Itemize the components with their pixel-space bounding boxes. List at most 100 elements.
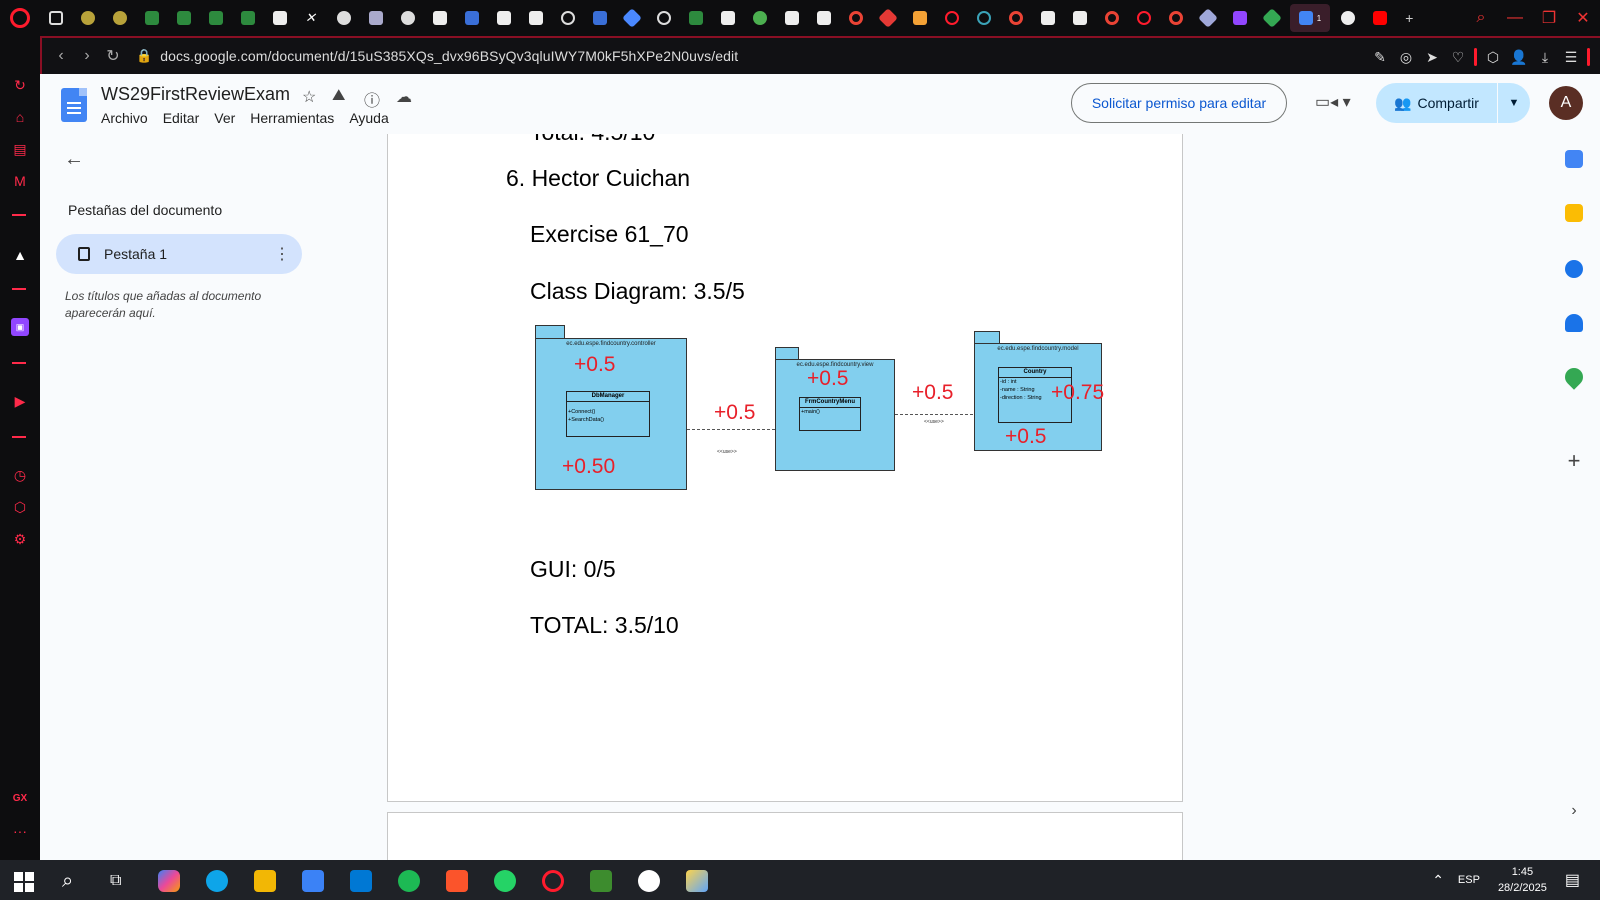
app-icon[interactable] xyxy=(686,870,708,892)
class-diagram-image[interactable]: ec.edu.espe.findcountry.controller DbMan… xyxy=(525,325,1115,515)
copilot-icon[interactable] xyxy=(158,870,180,892)
next-page[interactable] xyxy=(387,812,1183,860)
star-icon[interactable]: ☆ xyxy=(302,87,316,107)
gx-icon[interactable]: GX xyxy=(11,790,29,808)
tab-favicon[interactable] xyxy=(1064,0,1096,36)
youtube-icon[interactable] xyxy=(1364,0,1396,36)
google-icon[interactable] xyxy=(1000,0,1032,36)
wallet-icon[interactable]: ▤ xyxy=(11,140,29,158)
contacts-icon[interactable] xyxy=(1565,314,1583,332)
tab-favicon[interactable] xyxy=(392,0,424,36)
info-icon[interactable]: ⓘ xyxy=(364,87,380,111)
active-tab[interactable]: 1 xyxy=(1290,4,1330,32)
menu-archivo[interactable]: Archivo xyxy=(101,110,148,126)
lock-icon[interactable]: 🔒 xyxy=(136,48,152,64)
tasks-icon[interactable] xyxy=(1565,260,1583,278)
tab-favicon[interactable] xyxy=(968,0,1000,36)
player-icon[interactable]: ▶ xyxy=(11,392,29,410)
request-edit-button[interactable]: Solicitar permiso para editar xyxy=(1071,83,1287,123)
history-icon[interactable]: ◷ xyxy=(11,466,29,484)
store-icon[interactable] xyxy=(302,870,324,892)
tab-favicon[interactable] xyxy=(808,0,840,36)
shop-icon[interactable]: ⌂ xyxy=(11,108,29,126)
aria-icon[interactable]: ▲ xyxy=(11,246,29,264)
tab-favicon[interactable] xyxy=(424,0,456,36)
tab-favicon[interactable] xyxy=(200,0,232,36)
tab-favicon[interactable] xyxy=(40,0,72,36)
tab-favicon[interactable] xyxy=(872,0,904,36)
expand-panel-icon[interactable]: › xyxy=(1565,802,1583,820)
tab-favicon[interactable] xyxy=(904,0,936,36)
document-tab-item[interactable]: Pestaña 1 ⋮ xyxy=(56,234,302,274)
google-icon[interactable] xyxy=(840,0,872,36)
extensions-icon[interactable]: ⬡ xyxy=(11,498,29,516)
edit-page-icon[interactable]: ✎ xyxy=(1370,49,1390,66)
snapshot-icon[interactable]: ◎ xyxy=(1396,49,1416,66)
meet-icon[interactable]: ▭◂ ▾ xyxy=(1315,92,1351,112)
maps-icon[interactable] xyxy=(1561,364,1587,390)
move-to-drive-icon[interactable]: ⛰ xyxy=(332,87,345,105)
tab-favicon[interactable] xyxy=(1192,0,1224,36)
tab-favicon[interactable] xyxy=(232,0,264,36)
avatar[interactable]: A xyxy=(1549,86,1583,120)
tab-favicon[interactable] xyxy=(168,0,200,36)
google-icon[interactable] xyxy=(1096,0,1128,36)
spotify-icon[interactable] xyxy=(398,870,420,892)
tab-favicon[interactable] xyxy=(520,0,552,36)
add-addon-icon[interactable]: + xyxy=(1565,450,1583,472)
mail-icon[interactable]: M xyxy=(11,172,29,190)
file-explorer-icon[interactable] xyxy=(254,870,276,892)
google-icon[interactable] xyxy=(1160,0,1192,36)
cloud-status-icon[interactable]: ☁ xyxy=(396,87,412,107)
minimize-icon[interactable]: — xyxy=(1498,9,1532,27)
document-title[interactable]: WS29FirstReviewExam xyxy=(101,84,290,105)
app-icon[interactable] xyxy=(638,870,660,892)
more-options-icon[interactable]: ⋮ xyxy=(274,244,290,264)
tab-favicon[interactable] xyxy=(488,0,520,36)
menu-ayuda[interactable]: Ayuda xyxy=(349,110,388,126)
tab-favicon[interactable] xyxy=(136,0,168,36)
keep-icon[interactable] xyxy=(1565,204,1583,222)
heart-icon[interactable]: ♡ xyxy=(1448,49,1468,66)
github-icon[interactable] xyxy=(1332,0,1364,36)
reload-icon[interactable]: ↻ xyxy=(100,46,126,66)
url-field[interactable]: docs.google.com/document/d/15uS385XQs_dv… xyxy=(160,48,738,64)
tab-favicon[interactable] xyxy=(616,0,648,36)
cube-icon[interactable]: ⬡ xyxy=(1483,49,1503,66)
profile-icon[interactable]: 👤 xyxy=(1509,49,1529,66)
back-arrow-icon[interactable]: ← xyxy=(64,148,84,171)
minecraft-icon[interactable] xyxy=(590,870,612,892)
twitch-icon[interactable] xyxy=(1224,0,1256,36)
opera-menu-icon[interactable] xyxy=(0,0,40,36)
tab-favicon[interactable] xyxy=(72,0,104,36)
twitch-icon[interactable]: ▣ xyxy=(11,318,29,336)
share-button[interactable]: 👥 Compartir xyxy=(1376,83,1497,123)
opera-tab-icon[interactable] xyxy=(1128,0,1160,36)
edge-icon[interactable] xyxy=(206,870,228,892)
menu-herramientas[interactable]: Herramientas xyxy=(250,110,334,126)
menu-editar[interactable]: Editar xyxy=(163,110,200,126)
clock[interactable]: 1:45 28/2/2025 xyxy=(1498,864,1547,896)
docs-logo-icon[interactable] xyxy=(61,88,87,122)
outlook-icon[interactable] xyxy=(350,870,372,892)
new-tab-icon[interactable]: + xyxy=(1396,0,1428,36)
drive-icon[interactable] xyxy=(1256,0,1288,36)
more-icon[interactable]: ··· xyxy=(11,822,29,840)
task-view-icon[interactable]: ⧉ xyxy=(110,870,132,892)
easy-setup-icon[interactable]: ☰ xyxy=(1561,49,1581,66)
download-icon[interactable]: ⤓ xyxy=(1535,49,1555,66)
chevron-up-icon[interactable]: ⌃ xyxy=(1432,872,1444,889)
tab-favicon[interactable] xyxy=(712,0,744,36)
x-icon[interactable]: ✕ xyxy=(296,0,328,36)
tab-favicon[interactable] xyxy=(360,0,392,36)
tab-favicon[interactable] xyxy=(776,0,808,36)
windows-start-icon[interactable] xyxy=(14,870,36,892)
tab-favicon[interactable] xyxy=(104,0,136,36)
tab-favicon[interactable] xyxy=(648,0,680,36)
menu-ver[interactable]: Ver xyxy=(214,110,235,126)
search-tabs-icon[interactable]: ⌕ xyxy=(1464,9,1498,27)
calendar-icon[interactable] xyxy=(1565,150,1583,168)
tab-favicon[interactable] xyxy=(328,0,360,36)
search-icon[interactable]: ⌕ xyxy=(62,870,84,892)
maximize-icon[interactable]: ❐ xyxy=(1532,8,1566,28)
